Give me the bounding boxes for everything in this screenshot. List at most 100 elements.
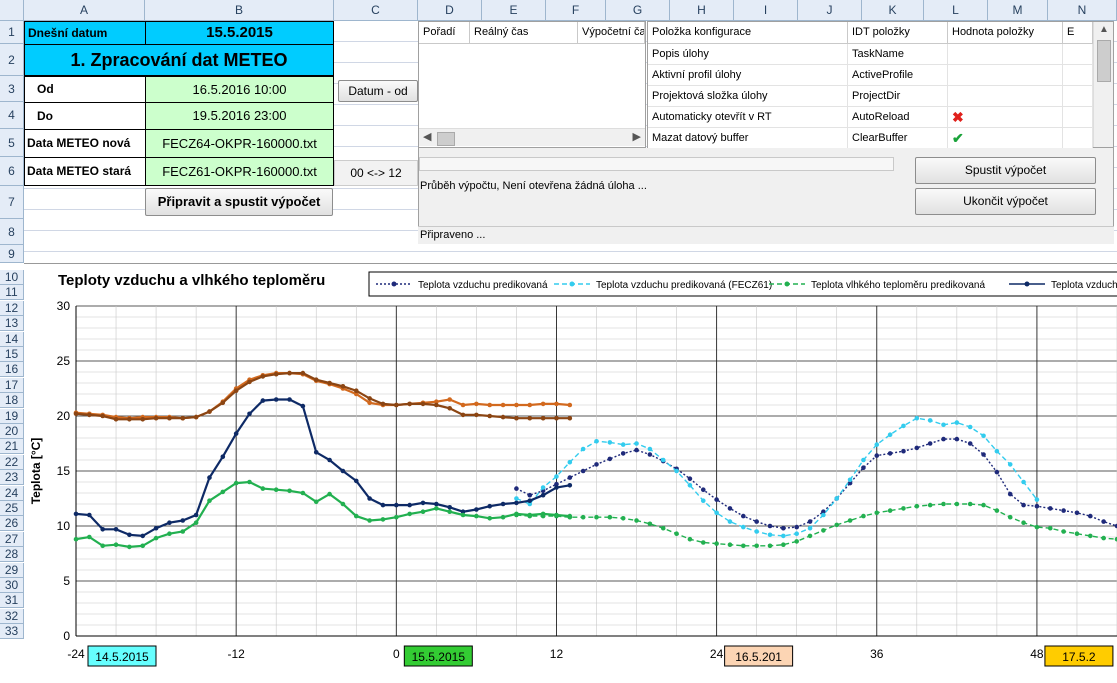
- check-icon[interactable]: ✔: [948, 128, 1063, 149]
- row-header[interactable]: 18: [0, 393, 24, 409]
- config-item-name[interactable]: Aktivní profil úlohy: [648, 65, 848, 86]
- corner-header[interactable]: [0, 0, 24, 21]
- config-item-value[interactable]: [948, 65, 1063, 86]
- scroll-right-icon[interactable]: ▶: [633, 130, 641, 143]
- row-header[interactable]: 23: [0, 470, 24, 486]
- data-point: [527, 402, 533, 408]
- data-point: [300, 370, 306, 376]
- config-item-value[interactable]: [948, 86, 1063, 107]
- column-header-n[interactable]: N: [1048, 0, 1117, 21]
- config-header-e[interactable]: E: [1063, 22, 1093, 44]
- run-table-header-order[interactable]: Pořadí: [419, 22, 470, 44]
- config-item-id[interactable]: ClearBuffer: [848, 128, 948, 149]
- config-item-id[interactable]: ActiveProfile: [848, 65, 948, 86]
- column-header-m[interactable]: M: [988, 0, 1048, 21]
- config-item-id[interactable]: AutoReload: [848, 107, 948, 128]
- config-item-name[interactable]: Automaticky otevřít v RT: [648, 107, 848, 128]
- column-header-l[interactable]: L: [924, 0, 988, 21]
- scroll-up-icon[interactable]: ▲: [1099, 24, 1109, 35]
- config-item-e[interactable]: [1063, 86, 1093, 107]
- scroll-left-icon[interactable]: ◀: [423, 130, 431, 143]
- scroll-thumb[interactable]: [437, 132, 455, 146]
- config-header-item[interactable]: Položka konfigurace: [648, 22, 848, 44]
- column-header-a[interactable]: A: [24, 0, 145, 21]
- row-header[interactable]: 5: [0, 129, 24, 157]
- row-header[interactable]: 3: [0, 76, 24, 102]
- row-header[interactable]: 17: [0, 377, 24, 393]
- data-point: [914, 415, 920, 421]
- row-header[interactable]: 25: [0, 501, 24, 516]
- row-header[interactable]: 2: [0, 44, 24, 76]
- data-point: [901, 506, 906, 511]
- row-header[interactable]: 16: [0, 362, 24, 378]
- cross-icon[interactable]: ✖: [948, 107, 1063, 128]
- row-header[interactable]: 27: [0, 531, 24, 547]
- column-header-g[interactable]: G: [606, 0, 670, 21]
- row-header[interactable]: 6: [0, 157, 24, 186]
- from-value[interactable]: 16.5.2016 10:00: [145, 76, 334, 103]
- column-header-d[interactable]: D: [418, 0, 482, 21]
- run-table-header-real-time[interactable]: Reálný čas: [470, 22, 578, 44]
- config-item-e[interactable]: [1063, 128, 1093, 149]
- meteo-old-value[interactable]: FECZ61-OKPR-160000.txt: [145, 157, 334, 186]
- row-header[interactable]: 8: [0, 219, 24, 245]
- row-header[interactable]: 28: [0, 547, 24, 563]
- row-header[interactable]: 20: [0, 424, 24, 439]
- row-header[interactable]: 32: [0, 608, 24, 624]
- row-header[interactable]: 4: [0, 102, 24, 129]
- row-header[interactable]: 1: [0, 21, 24, 44]
- row-header[interactable]: 33: [0, 624, 24, 640]
- run-table-scrollbar[interactable]: ◀ ▶: [419, 128, 645, 146]
- column-header-e[interactable]: E: [482, 0, 546, 21]
- config-header-value[interactable]: Hodnota položky: [948, 22, 1063, 44]
- data-point: [674, 468, 679, 474]
- scroll-thumb-vertical[interactable]: [1097, 40, 1111, 82]
- config-item-value[interactable]: [948, 44, 1063, 65]
- prepare-run-button[interactable]: Připravit a spustit výpočet: [145, 188, 333, 216]
- config-item-e[interactable]: [1063, 107, 1093, 128]
- column-header-b[interactable]: B: [145, 0, 334, 21]
- config-header-idt[interactable]: IDT položky: [848, 22, 948, 44]
- column-header-h[interactable]: H: [670, 0, 734, 21]
- chart-area[interactable]: Teploty vzduchu a vlhkého teploměru 0 5 10…: [24, 263, 1117, 683]
- column-header-j[interactable]: J: [798, 0, 862, 21]
- config-item-name[interactable]: Mazat datový buffer: [648, 128, 848, 149]
- row-header[interactable]: 11: [0, 285, 24, 301]
- stop-calculation-button[interactable]: Ukončit výpočet: [915, 188, 1096, 215]
- progress-bar: [419, 157, 894, 171]
- today-value[interactable]: 15.5.2015: [145, 21, 334, 45]
- column-header-k[interactable]: K: [862, 0, 924, 21]
- row-header[interactable]: 13: [0, 316, 24, 332]
- row-header[interactable]: 26: [0, 516, 24, 532]
- column-header-i[interactable]: I: [734, 0, 798, 21]
- row-header[interactable]: 19: [0, 408, 24, 424]
- shift-value[interactable]: 00 <-> 12: [334, 160, 418, 186]
- column-header-f[interactable]: F: [546, 0, 606, 21]
- meteo-new-value[interactable]: FECZ64-OKPR-160000.txt: [145, 129, 334, 158]
- row-header[interactable]: 24: [0, 485, 24, 501]
- row-header[interactable]: 31: [0, 593, 24, 609]
- config-item-id[interactable]: TaskName: [848, 44, 948, 65]
- config-table-scrollbar[interactable]: ▲: [1093, 22, 1113, 147]
- row-header[interactable]: 22: [0, 454, 24, 470]
- row-header[interactable]: 7: [0, 186, 24, 219]
- row-header[interactable]: 21: [0, 439, 24, 455]
- row-header[interactable]: 30: [0, 578, 24, 593]
- config-item-e[interactable]: [1063, 65, 1093, 86]
- column-header-c[interactable]: C: [334, 0, 418, 21]
- run-calculation-button[interactable]: Spustit výpočet: [915, 157, 1096, 184]
- data-point: [353, 513, 359, 519]
- config-item-name[interactable]: Popis úlohy: [648, 44, 848, 65]
- config-item-id[interactable]: ProjectDir: [848, 86, 948, 107]
- run-table-header-calc-time[interactable]: Výpočetní ča: [578, 22, 645, 44]
- row-header[interactable]: 15: [0, 347, 24, 362]
- row-header[interactable]: 10: [0, 270, 24, 285]
- row-header[interactable]: 29: [0, 562, 24, 578]
- to-value[interactable]: 19.5.2016 23:00: [145, 102, 334, 130]
- date-from-button[interactable]: Datum - od: [338, 80, 418, 102]
- config-item-e[interactable]: [1063, 44, 1093, 65]
- row-header[interactable]: 14: [0, 331, 24, 347]
- row-header[interactable]: 12: [0, 300, 24, 316]
- row-header[interactable]: 9: [0, 245, 24, 263]
- config-item-name[interactable]: Projektová složka úlohy: [648, 86, 848, 107]
